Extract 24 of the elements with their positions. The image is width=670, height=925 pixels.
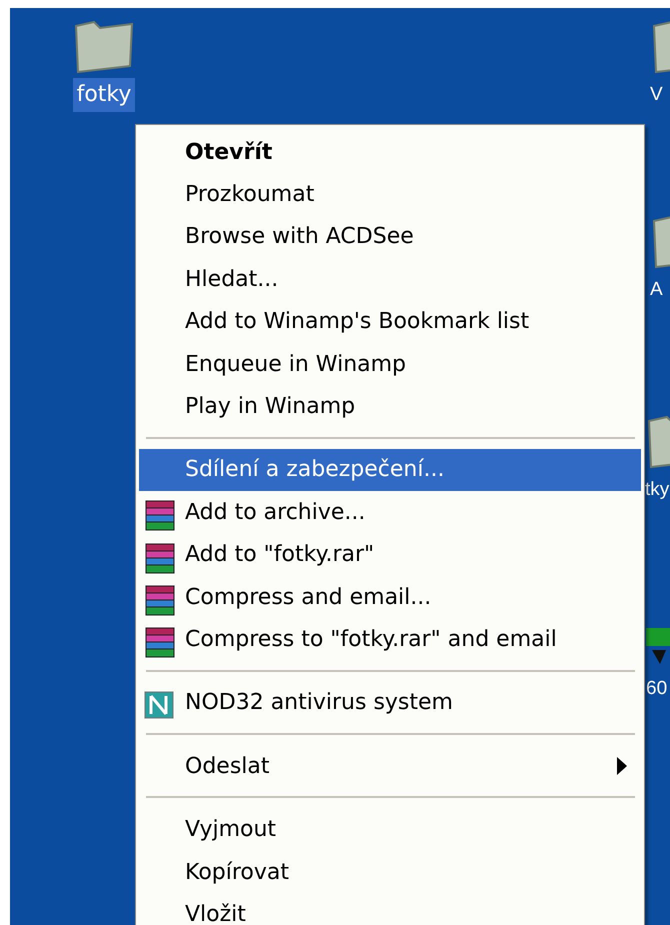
menu-item[interactable]: Odeslat — [139, 745, 641, 788]
menu-item[interactable]: Browse with ACDSee — [139, 216, 641, 258]
menu-item[interactable]: Sdílení a zabezpečení... — [139, 448, 641, 492]
menu-item[interactable]: Vložit — [139, 893, 641, 925]
icon-label[interactable]: V — [650, 78, 663, 112]
menu-item[interactable]: Compress to "fotky.rar" and email — [139, 618, 641, 661]
antivirus-icon — [144, 690, 174, 719]
icon-label[interactable]: A — [650, 273, 663, 307]
folder-icon — [72, 18, 136, 74]
icon-label[interactable]: fotky — [72, 78, 136, 112]
menu-item[interactable]: Add to Winamp's Bookmark list — [139, 300, 641, 343]
menu-item[interactable]: Kopírovat — [139, 850, 641, 894]
menu-item[interactable]: Hledat... — [139, 258, 641, 301]
menu-item[interactable]: Play in Winamp — [139, 385, 641, 428]
menu-item[interactable]: Vyjmout — [139, 808, 641, 851]
menu-item[interactable]: Otevřít — [139, 131, 641, 174]
menu-item[interactable]: Enqueue in Winamp — [139, 342, 641, 386]
menu-item[interactable]: Add to "fotky.rar" — [139, 534, 641, 576]
menu-item[interactable]: Compress and email... — [139, 576, 641, 618]
menu-item[interactable]: NOD32 antivirus system — [139, 682, 641, 724]
icon-label[interactable]: 60 — [646, 672, 668, 706]
menu-item[interactable]: Add to archive... — [139, 491, 641, 534]
icon-label[interactable]: tky — [645, 473, 670, 507]
menu-item[interactable]: Prozkoumat — [139, 173, 641, 216]
